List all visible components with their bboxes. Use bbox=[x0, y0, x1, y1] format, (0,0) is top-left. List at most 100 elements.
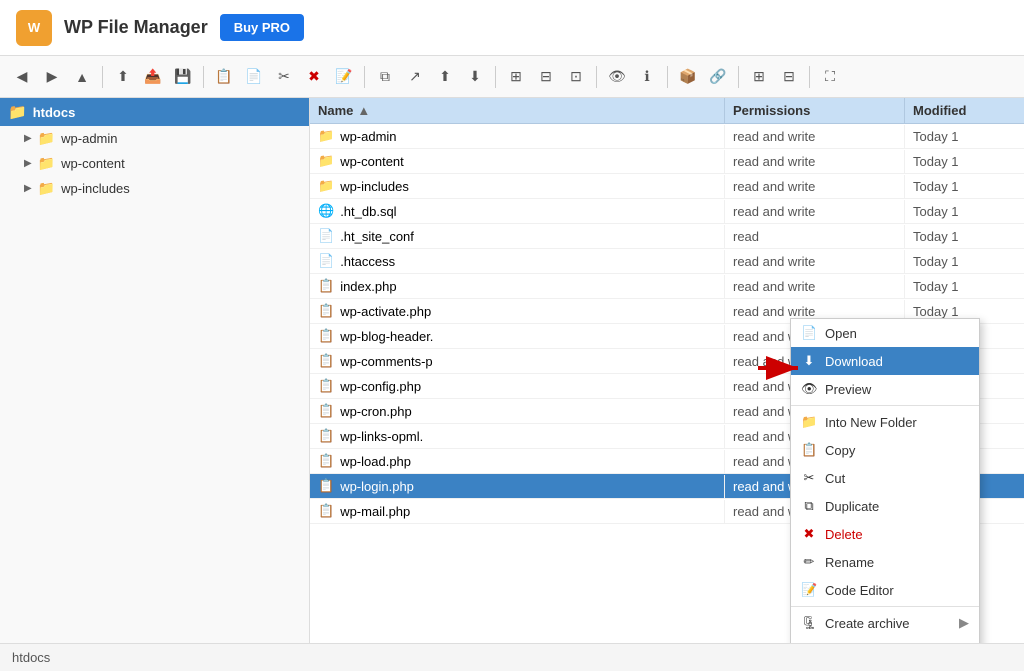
context-menu-select-all[interactable]: ⊞ Select all bbox=[791, 637, 979, 643]
col-name-header[interactable]: Name ▲ bbox=[310, 98, 724, 123]
toolbar-share[interactable]: 🔗 bbox=[704, 63, 732, 91]
buy-pro-button[interactable]: Buy PRO bbox=[220, 14, 304, 41]
app-header: W WP File Manager Buy PRO bbox=[0, 0, 1024, 56]
file-permissions: read bbox=[724, 225, 904, 248]
sidebar-root[interactable]: 📁 htdocs bbox=[0, 98, 309, 126]
sidebar-label-wp-content: wp-content bbox=[61, 156, 125, 171]
context-menu-archive-label: Create archive bbox=[825, 616, 910, 631]
file-name: .ht_db.sql bbox=[340, 204, 396, 219]
file-name: wp-links-opml. bbox=[340, 429, 423, 444]
toolbar-upload2[interactable]: 📤 bbox=[139, 63, 167, 91]
table-row[interactable]: 🌐 .ht_db.sql read and write Today 1 bbox=[310, 199, 1024, 224]
file-permissions: read and write bbox=[724, 150, 904, 173]
toolbar-move[interactable]: ↗ bbox=[401, 63, 429, 91]
db-icon: 🌐 bbox=[318, 203, 334, 219]
toolbar-rename[interactable]: 📝 bbox=[330, 63, 358, 91]
toolbar-more[interactable]: ⊞ bbox=[745, 63, 773, 91]
app-title: WP File Manager bbox=[64, 17, 208, 38]
context-menu-into-new-folder[interactable]: 📁 Into New Folder bbox=[791, 408, 979, 436]
file-name: wp-admin bbox=[340, 129, 396, 144]
toolbar-action[interactable]: ⬆ bbox=[431, 63, 459, 91]
table-row[interactable]: 📄 .ht_site_conf read Today 1 bbox=[310, 224, 1024, 249]
table-row[interactable]: 📁 wp-includes read and write Today 1 bbox=[310, 174, 1024, 199]
col-modified-header[interactable]: Modified bbox=[904, 98, 1024, 123]
table-row[interactable]: 📁 wp-content read and write Today 1 bbox=[310, 149, 1024, 174]
file-name-cell: 📁 wp-content bbox=[310, 149, 724, 173]
php-icon: 📋 bbox=[318, 428, 334, 444]
file-name-cell: 📋 wp-blog-header. bbox=[310, 324, 724, 348]
sidebar-item-wp-admin[interactable]: ▶ 📁 wp-admin bbox=[0, 126, 309, 151]
context-menu-preview[interactable]: 👁 Preview bbox=[791, 375, 979, 403]
delete-icon: ✖ bbox=[801, 526, 817, 542]
sidebar-arrow-wp-includes: ▶ bbox=[24, 183, 32, 194]
sidebar-root-label: htdocs bbox=[33, 105, 76, 120]
table-row[interactable]: 📋 index.php read and write Today 1 bbox=[310, 274, 1024, 299]
toolbar-sep-7 bbox=[738, 66, 739, 88]
toolbar-back[interactable]: ◀ bbox=[8, 63, 36, 91]
sidebar-label-wp-includes: wp-includes bbox=[61, 181, 130, 196]
sidebar: 📁 htdocs ▶ 📁 wp-admin ▶ 📁 wp-content ▶ 📁… bbox=[0, 98, 310, 643]
table-row[interactable]: 📄 .htaccess read and write Today 1 bbox=[310, 249, 1024, 274]
open-icon: 📄 bbox=[801, 325, 817, 341]
toolbar-grid[interactable]: ⊞ bbox=[502, 63, 530, 91]
main-layout: 📁 htdocs ▶ 📁 wp-admin ▶ 📁 wp-content ▶ 📁… bbox=[0, 98, 1024, 643]
logo-icon: W bbox=[28, 20, 40, 35]
folder-move-icon: 📁 bbox=[801, 414, 817, 430]
context-menu-code-editor[interactable]: 📝 Code Editor bbox=[791, 576, 979, 604]
toolbar-upload[interactable]: ⬆ bbox=[109, 63, 137, 91]
file-name-cell: 📋 wp-login.php bbox=[310, 474, 724, 498]
status-bar: htdocs bbox=[0, 643, 1024, 671]
toolbar-grid3[interactable]: ⊡ bbox=[562, 63, 590, 91]
file-name: wp-config.php bbox=[340, 379, 421, 394]
file-name: wp-content bbox=[340, 154, 404, 169]
toolbar-up[interactable]: ▲ bbox=[68, 63, 96, 91]
php-icon: 📋 bbox=[318, 278, 334, 294]
toolbar-grid2[interactable]: ⊟ bbox=[532, 63, 560, 91]
folder-icon: 📁 bbox=[318, 153, 334, 169]
toolbar-extract[interactable]: ⬇ bbox=[461, 63, 489, 91]
toolbar-sep-1 bbox=[102, 66, 103, 88]
toolbar-sep-6 bbox=[667, 66, 668, 88]
status-text: htdocs bbox=[12, 650, 50, 665]
col-name-label: Name bbox=[318, 103, 353, 118]
context-menu-open[interactable]: 📄 Open bbox=[791, 319, 979, 347]
sidebar-item-wp-includes[interactable]: ▶ 📁 wp-includes bbox=[0, 176, 309, 201]
context-menu-duplicate[interactable]: ⧉ Duplicate bbox=[791, 492, 979, 520]
toolbar-fullscreen[interactable]: ⛶ bbox=[816, 63, 844, 91]
file-name-cell: 📋 wp-links-opml. bbox=[310, 424, 724, 448]
toolbar-sep-8 bbox=[809, 66, 810, 88]
toolbar-copy-icon[interactable]: 📋 bbox=[210, 63, 238, 91]
toolbar-paste-icon[interactable]: 📄 bbox=[240, 63, 268, 91]
file-name: .htaccess bbox=[340, 254, 395, 269]
col-perms-header[interactable]: Permissions bbox=[724, 98, 904, 123]
sidebar-folder-icon-wp-admin: 📁 bbox=[38, 130, 55, 147]
toolbar-delete[interactable]: ✖ bbox=[300, 63, 328, 91]
toolbar-compress[interactable]: 📦 bbox=[674, 63, 702, 91]
toolbar-info[interactable]: ℹ bbox=[633, 63, 661, 91]
file-modified: Today 1 bbox=[904, 150, 1024, 173]
sidebar-item-wp-content[interactable]: ▶ 📁 wp-content bbox=[0, 151, 309, 176]
toolbar-sep-5 bbox=[596, 66, 597, 88]
context-menu-download[interactable]: ⬇ Download bbox=[791, 347, 979, 375]
context-menu-create-archive[interactable]: 🗜 Create archive ▶ bbox=[791, 609, 979, 637]
context-menu-rename[interactable]: ✏ Rename bbox=[791, 548, 979, 576]
sidebar-arrow-wp-content: ▶ bbox=[24, 158, 32, 169]
toolbar-view[interactable]: 👁 bbox=[603, 63, 631, 91]
context-menu-copy[interactable]: 📋 Copy bbox=[791, 436, 979, 464]
toolbar-copy2[interactable]: ⧉ bbox=[371, 63, 399, 91]
context-menu-delete[interactable]: ✖ Delete bbox=[791, 520, 979, 548]
toolbar: ◀ ▶ ▲ ⬆ 📤 💾 📋 📄 ✂ ✖ 📝 ⧉ ↗ ⬆ ⬇ ⊞ ⊟ ⊡ 👁 ℹ … bbox=[0, 56, 1024, 98]
folder-icon: 📁 bbox=[318, 178, 334, 194]
php-icon: 📋 bbox=[318, 353, 334, 369]
file-name: wp-login.php bbox=[340, 479, 414, 494]
context-menu-preview-label: Preview bbox=[825, 382, 871, 397]
table-row[interactable]: 📁 wp-admin read and write Today 1 bbox=[310, 124, 1024, 149]
toolbar-cut-icon[interactable]: ✂ bbox=[270, 63, 298, 91]
toolbar-more2[interactable]: ⊟ bbox=[775, 63, 803, 91]
toolbar-forward[interactable]: ▶ bbox=[38, 63, 66, 91]
toolbar-save[interactable]: 💾 bbox=[169, 63, 197, 91]
file-name-cell: 📄 .htaccess bbox=[310, 249, 724, 273]
php-icon: 📋 bbox=[318, 478, 334, 494]
context-menu-cut[interactable]: ✂ Cut bbox=[791, 464, 979, 492]
context-menu-sep-2 bbox=[791, 606, 979, 607]
